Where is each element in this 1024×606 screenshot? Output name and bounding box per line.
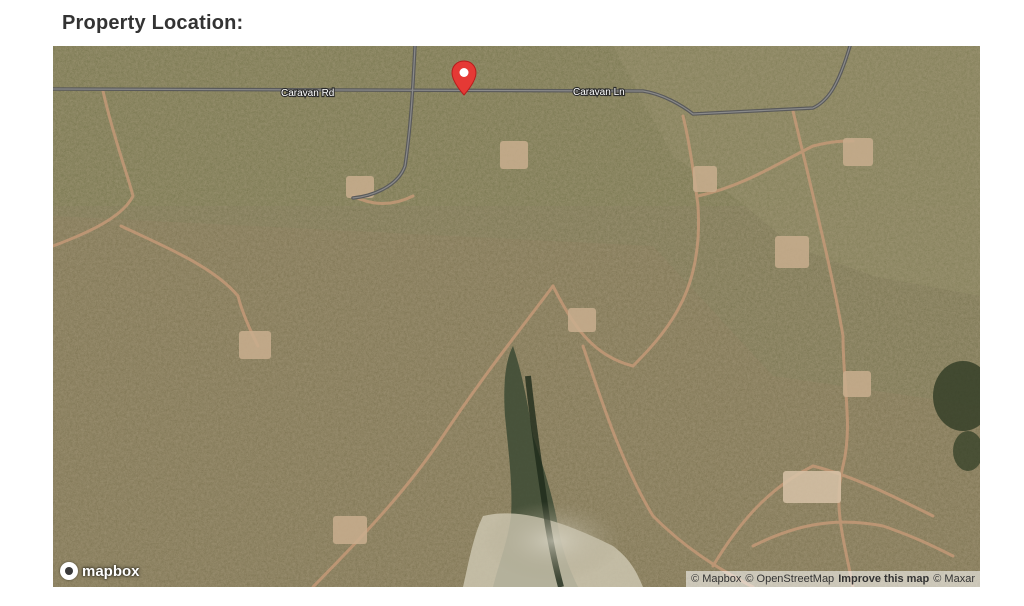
attribution-mapbox-link[interactable]: © Mapbox [691,573,741,585]
satellite-imagery[interactable]: Caravan Rd Caravan Ln [53,46,980,587]
map-attribution: © Mapbox © OpenStreetMap Improve this ma… [686,571,980,587]
attribution-osm-link[interactable]: © OpenStreetMap [745,573,834,585]
improve-map-link[interactable]: Improve this map [838,573,929,585]
page-title: Property Location: [62,12,244,34]
location-pin-icon[interactable] [451,60,477,96]
mapbox-logo-icon [60,562,78,580]
mapbox-logo[interactable]: mapbox [60,560,140,582]
mapbox-logo-text: mapbox [82,562,140,580]
road-label-caravan-ln: Caravan Ln [573,87,625,98]
satellite-map[interactable]: Caravan Rd Caravan Ln mapbox © Mapbox © … [53,46,980,587]
road-label-caravan-rd: Caravan Rd [281,88,334,99]
attribution-maxar-link[interactable]: © Maxar [933,573,975,585]
